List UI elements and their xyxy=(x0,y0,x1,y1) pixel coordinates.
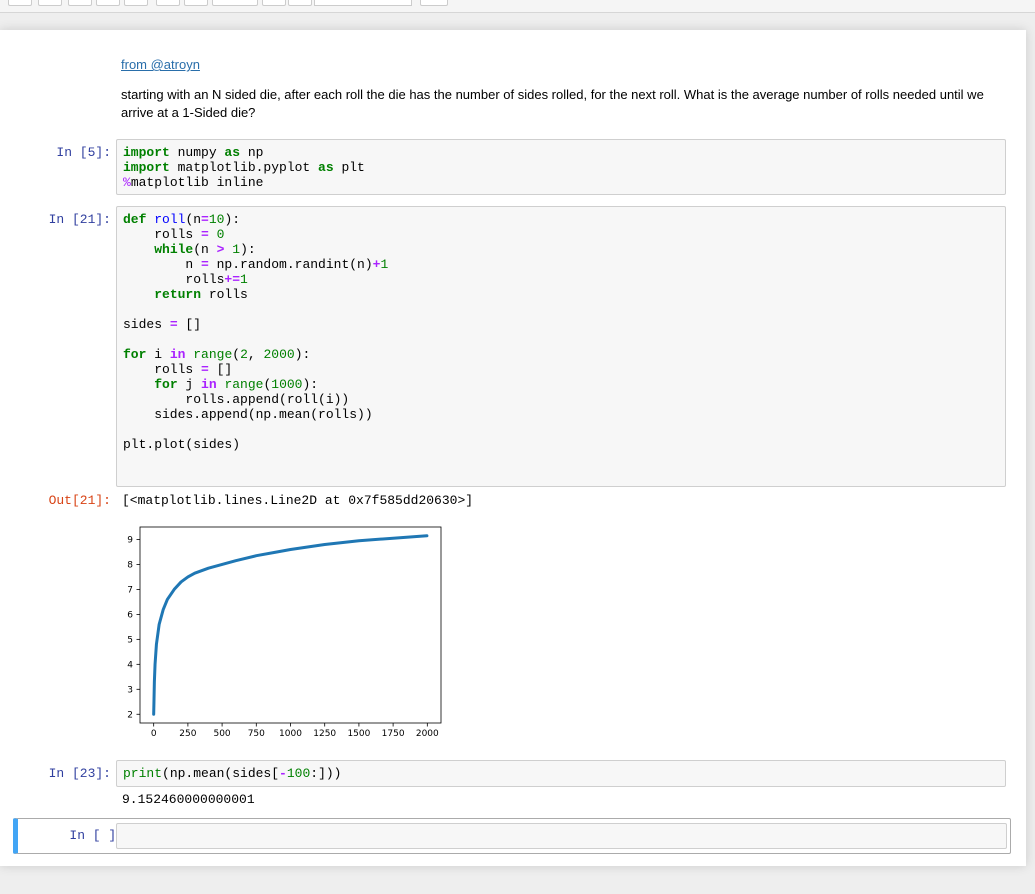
code-cell-roll[interactable]: def roll(n=10): rolls = 0 while(n > 1): … xyxy=(116,206,1006,487)
move-up-button[interactable] xyxy=(156,0,180,6)
y-tick-label-8: 8 xyxy=(127,560,133,570)
restart-button[interactable] xyxy=(288,0,312,6)
atroyn-link[interactable]: from @atroyn xyxy=(121,57,200,72)
code-imports: import numpy as np import matplotlib.pyp… xyxy=(123,145,365,190)
output-mean: 9.152460000000001 xyxy=(122,792,255,807)
line-plot: 0 250 500 750 1000 1250 1500 1750 2000 2 3 4 5 6 7 8 9 xyxy=(127,526,442,739)
code-print: print(np.mean(sides[-100:])) xyxy=(123,766,342,781)
y-tick-label-5: 5 xyxy=(127,635,133,645)
code-cell-imports[interactable]: import numpy as np import matplotlib.pyp… xyxy=(116,139,1006,195)
command-palette-button[interactable] xyxy=(420,0,448,6)
plot-area xyxy=(139,526,442,724)
insert-cell-button[interactable] xyxy=(38,0,62,6)
move-down-button[interactable] xyxy=(184,0,208,6)
paste-button[interactable] xyxy=(124,0,148,6)
x-tick-label-1000: 1000 xyxy=(279,729,302,739)
notebook-container: from @atroyn starting with an N sided di… xyxy=(0,30,1026,866)
code-cell-print[interactable]: print(np.mean(sides[-100:])) xyxy=(116,760,1006,787)
cut-button[interactable] xyxy=(68,0,92,6)
output-prompt-21: Out[21]: xyxy=(48,493,111,508)
code-roll: def roll(n=10): rolls = 0 while(n > 1): … xyxy=(123,212,389,452)
interrupt-button[interactable] xyxy=(262,0,286,6)
x-tick-label-750: 750 xyxy=(248,729,265,739)
y-tick-label-6: 6 xyxy=(127,610,133,620)
active-empty-cell[interactable]: In [ ]: xyxy=(13,818,1011,854)
notebook-toolbar: Code xyxy=(0,0,1035,13)
empty-code-input[interactable] xyxy=(116,823,1007,849)
y-tick-label-9: 9 xyxy=(127,535,133,545)
output-line2d: [<matplotlib.lines.Line2D at 0x7f585dd20… xyxy=(122,493,474,508)
copy-button[interactable] xyxy=(96,0,120,6)
x-tick-label-1750: 1750 xyxy=(382,729,405,739)
y-tick-label-3: 3 xyxy=(127,685,133,695)
markdown-text: starting with an N sided die, after each… xyxy=(121,87,984,120)
y-tick-label-7: 7 xyxy=(127,585,133,595)
x-tick-label-250: 250 xyxy=(179,729,196,739)
x-tick-label-1500: 1500 xyxy=(347,729,370,739)
x-tick-label-2000: 2000 xyxy=(416,729,439,739)
save-button[interactable] xyxy=(8,0,32,6)
input-prompt-23: In [23]: xyxy=(48,766,111,781)
input-prompt-empty: In [ ]: xyxy=(69,828,124,843)
x-tick-label-1250: 1250 xyxy=(313,729,336,739)
y-tick-label-4: 4 xyxy=(127,660,133,670)
y-tick-label-2: 2 xyxy=(127,710,133,720)
run-button[interactable] xyxy=(212,0,258,6)
input-prompt-5: In [5]: xyxy=(56,145,111,160)
x-tick-label-0: 0 xyxy=(151,729,157,739)
input-prompt-21: In [21]: xyxy=(48,212,111,227)
x-tick-label-500: 500 xyxy=(213,729,230,739)
cell-type-select[interactable]: Code xyxy=(314,0,412,6)
